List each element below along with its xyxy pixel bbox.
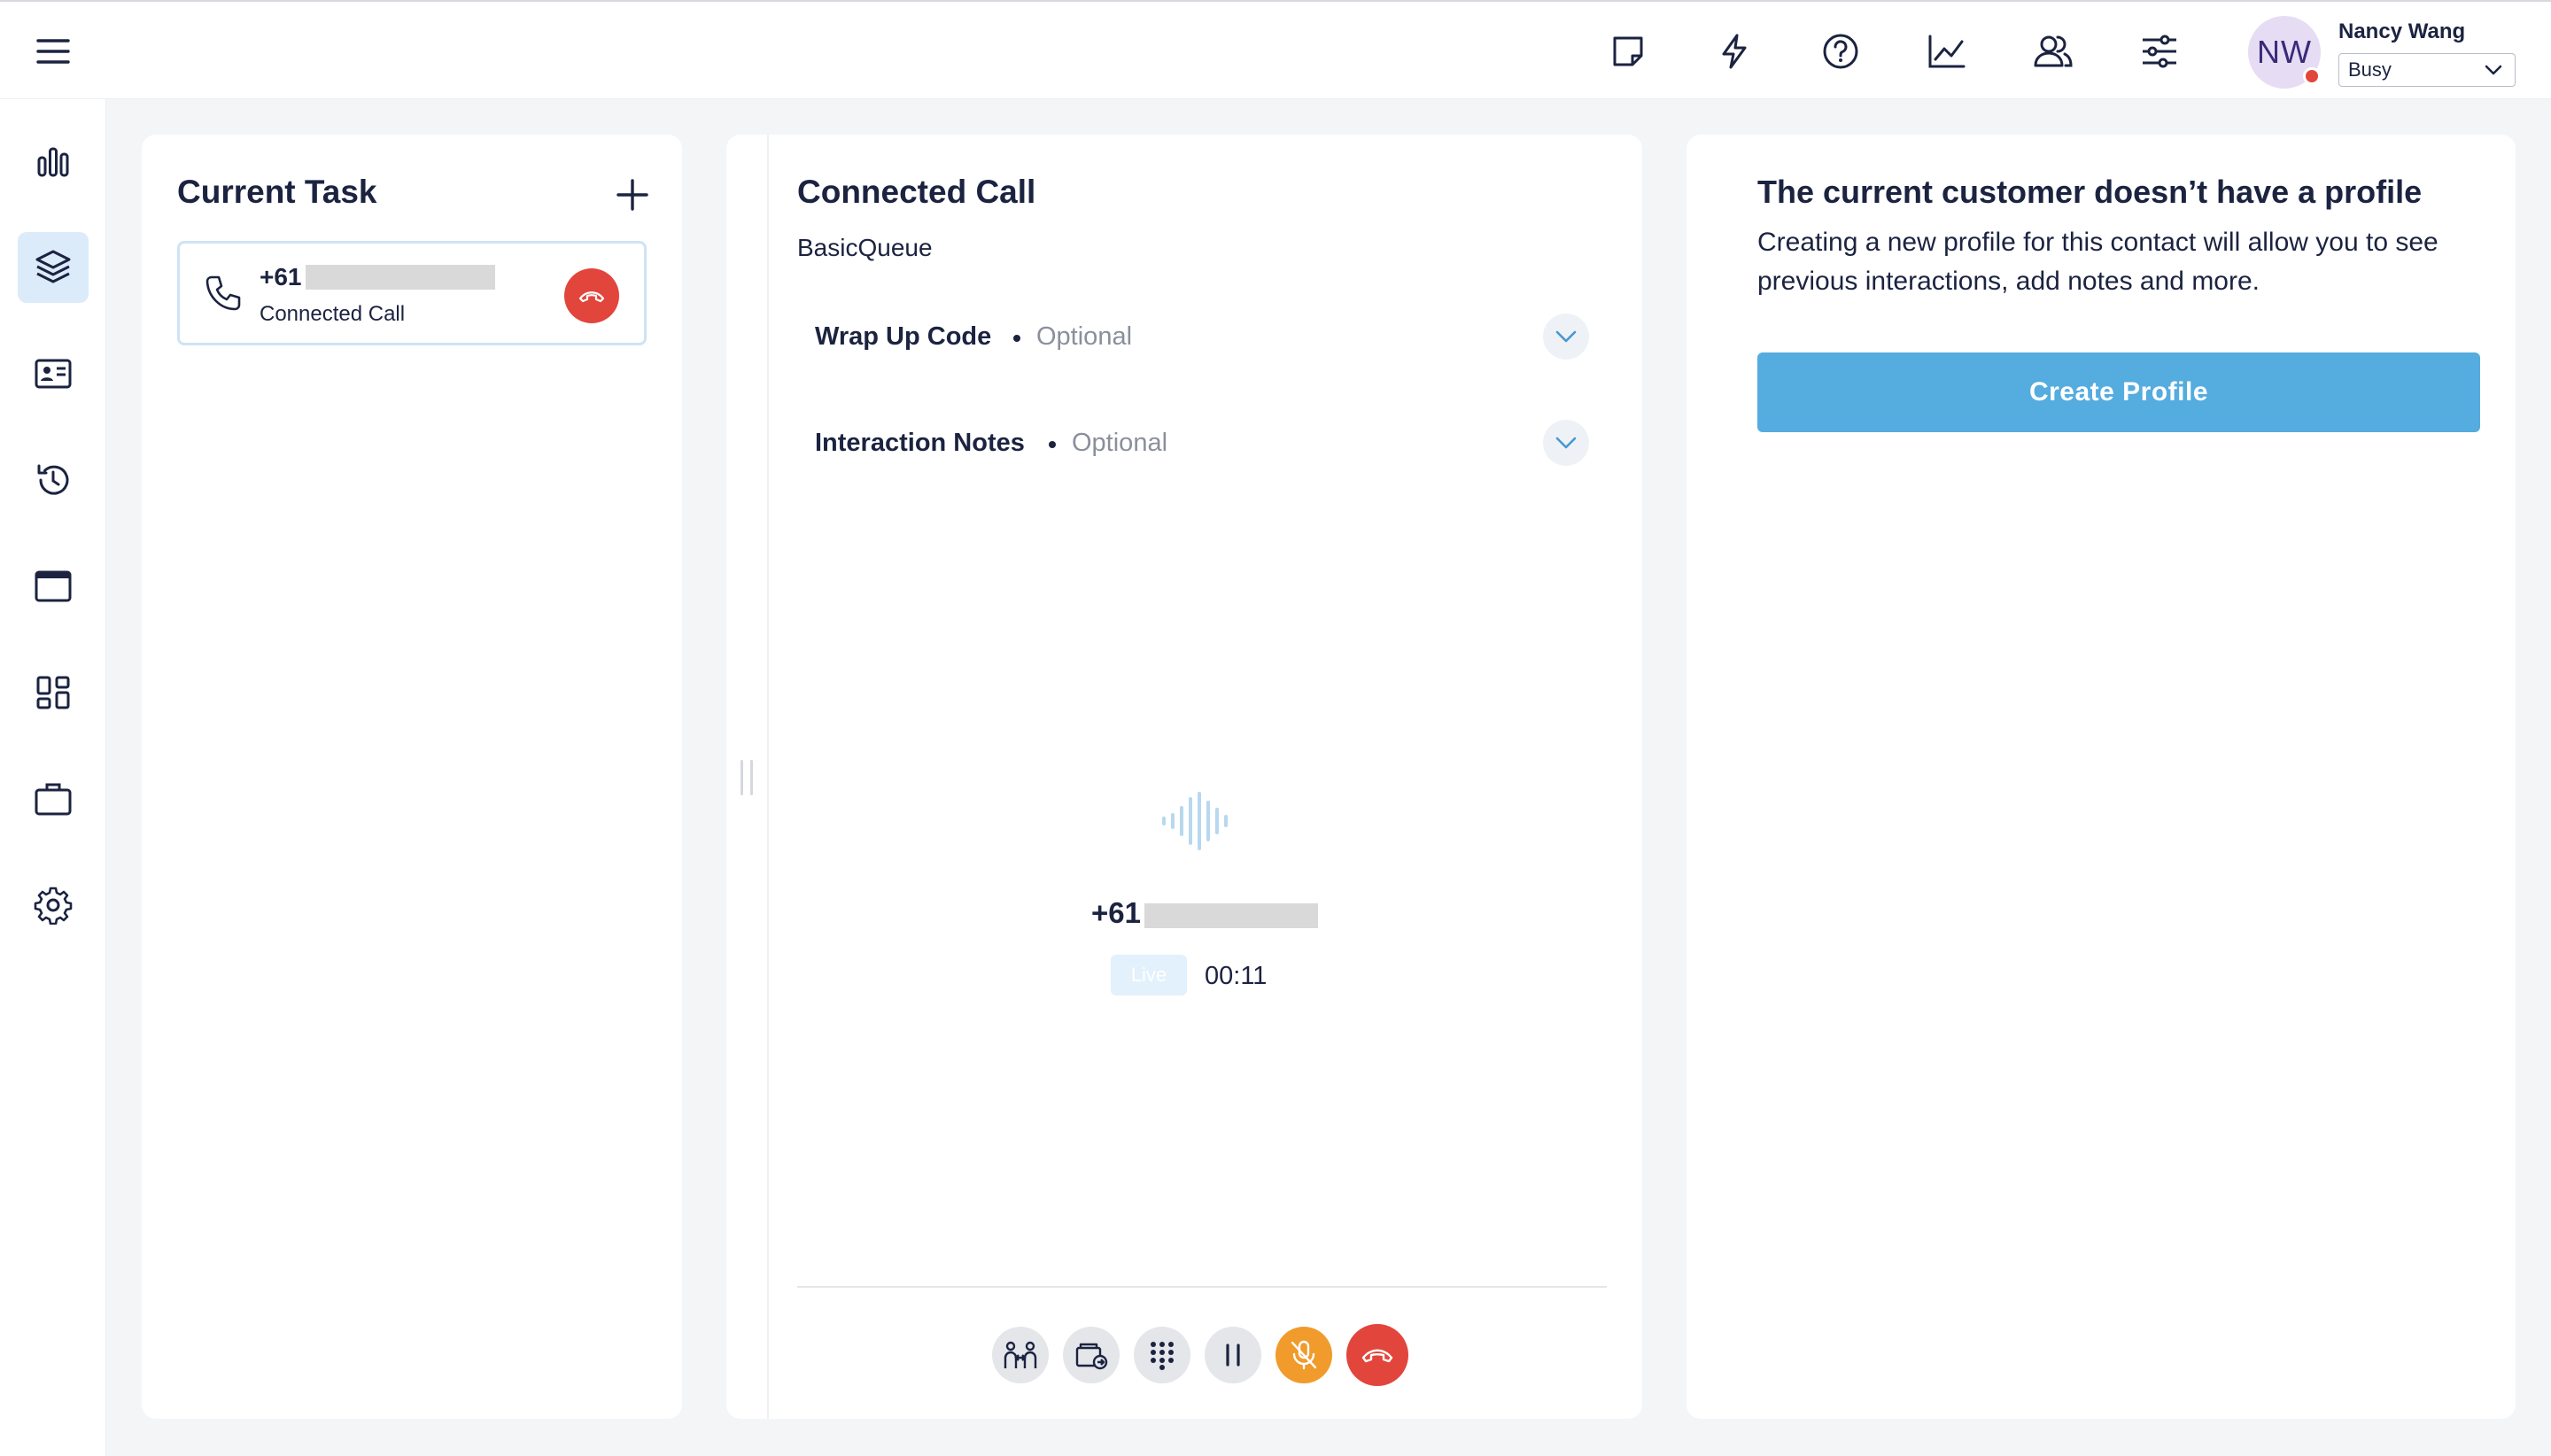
add-task-button[interactable] bbox=[608, 170, 657, 220]
gear-icon bbox=[34, 887, 73, 925]
wrap-up-code-accordion[interactable]: Wrap Up Code Optional bbox=[797, 308, 1607, 365]
task-phone-number: +61 bbox=[260, 263, 302, 290]
separator-dot bbox=[1013, 335, 1020, 342]
sidebar-item-work[interactable] bbox=[18, 763, 89, 834]
hangup-button[interactable] bbox=[1346, 1324, 1408, 1386]
current-task-panel: Current Task +61 Connected Call bbox=[142, 135, 682, 1419]
plus-icon bbox=[616, 179, 648, 211]
interaction-notes-hint: Optional bbox=[1072, 429, 1168, 457]
keypad-button[interactable] bbox=[1134, 1327, 1190, 1383]
top-toolbar bbox=[1600, 23, 2188, 80]
mute-button[interactable] bbox=[1276, 1327, 1332, 1383]
history-icon bbox=[37, 464, 69, 495]
hangup-icon bbox=[1361, 1349, 1393, 1363]
chevron-down-icon[interactable] bbox=[1543, 420, 1589, 466]
chevron-down-icon bbox=[2485, 65, 2502, 75]
consult-icon bbox=[1004, 1341, 1037, 1368]
interaction-notes-label: Interaction Notes bbox=[815, 429, 1025, 457]
status-select[interactable]: Busy bbox=[2338, 53, 2516, 87]
apps-grid-icon bbox=[36, 676, 70, 709]
profile-description: Creating a new profile for this contact … bbox=[1757, 228, 2439, 296]
presence-dot bbox=[2303, 67, 2321, 85]
create-profile-button[interactable]: Create Profile bbox=[1757, 352, 2480, 432]
hamburger-menu-icon[interactable] bbox=[25, 25, 81, 78]
settings-sliders-icon[interactable] bbox=[2131, 23, 2188, 80]
transfer-icon bbox=[1075, 1343, 1108, 1370]
customer-profile-panel: The current customer doesn’t have a prof… bbox=[1686, 135, 2516, 1419]
avatar-initials: NW bbox=[2257, 34, 2312, 70]
redacted-number bbox=[1144, 903, 1318, 928]
avatar[interactable]: NW bbox=[2248, 16, 2321, 89]
divider bbox=[797, 1286, 1607, 1288]
wrap-up-code-hint: Optional bbox=[1036, 322, 1133, 351]
mute-icon bbox=[1291, 1340, 1317, 1370]
keypad-icon bbox=[1151, 1342, 1174, 1370]
call-timer: 00:11 bbox=[1205, 962, 1268, 990]
call-controls bbox=[992, 1324, 1408, 1386]
status-value: Busy bbox=[2348, 58, 2392, 81]
hold-button[interactable] bbox=[1205, 1327, 1261, 1383]
consult-button[interactable] bbox=[992, 1327, 1049, 1383]
phone-icon bbox=[205, 275, 241, 311]
audio-wave-icon bbox=[1162, 792, 1228, 850]
contacts-icon[interactable] bbox=[2025, 23, 2082, 80]
resize-handle-left[interactable] bbox=[740, 760, 753, 795]
notes-icon[interactable] bbox=[1600, 23, 1656, 80]
sidebar-item-apps[interactable] bbox=[18, 657, 89, 728]
queue-name: BasicQueue bbox=[797, 234, 933, 261]
task-card[interactable]: +61 Connected Call bbox=[177, 241, 647, 345]
analytics-icon[interactable] bbox=[1919, 23, 1975, 80]
app: NW Nancy Wang Busy Current Task +61 Conn… bbox=[0, 0, 2551, 1456]
user-name: Nancy Wang bbox=[2338, 19, 2466, 43]
connected-call-panel: Connected Call BasicQueue Wrap Up Code O… bbox=[726, 135, 1642, 1419]
sidebar-item-analytics[interactable] bbox=[18, 126, 89, 197]
profile-title: The current customer doesn’t have a prof… bbox=[1757, 174, 2423, 210]
layers-icon bbox=[35, 250, 71, 283]
sidebar-item-tasks[interactable] bbox=[18, 232, 89, 303]
live-badge: Live bbox=[1111, 955, 1187, 995]
end-task-button[interactable] bbox=[564, 268, 619, 323]
wrap-up-code-label: Wrap Up Code bbox=[815, 322, 992, 351]
chevron-down-icon[interactable] bbox=[1543, 314, 1589, 360]
hangup-icon bbox=[578, 291, 605, 303]
task-status: Connected Call bbox=[260, 302, 406, 326]
caller-number: +61 bbox=[1091, 896, 1141, 929]
briefcase-icon bbox=[35, 783, 72, 816]
contact-card-icon bbox=[35, 359, 72, 389]
sidebar-item-settings[interactable] bbox=[18, 870, 89, 941]
current-task-title: Current Task bbox=[177, 174, 377, 210]
sidebar-item-browser[interactable] bbox=[18, 551, 89, 622]
panel-divider bbox=[767, 135, 769, 1419]
bar-chart-icon bbox=[37, 147, 69, 177]
left-sidebar bbox=[0, 99, 106, 1456]
separator-dot bbox=[1049, 441, 1056, 448]
transfer-button[interactable] bbox=[1063, 1327, 1120, 1383]
redacted-number bbox=[306, 265, 495, 290]
lightning-icon[interactable] bbox=[1706, 23, 1763, 80]
hold-icon bbox=[1226, 1344, 1240, 1367]
sidebar-item-contacts[interactable] bbox=[18, 338, 89, 409]
help-icon[interactable] bbox=[1812, 23, 1869, 80]
connected-call-title: Connected Call bbox=[797, 174, 1036, 210]
top-bar: NW Nancy Wang Busy bbox=[0, 0, 2551, 99]
sidebar-item-history[interactable] bbox=[18, 445, 89, 515]
interaction-notes-accordion[interactable]: Interaction Notes Optional bbox=[797, 414, 1607, 471]
window-icon bbox=[35, 570, 72, 602]
